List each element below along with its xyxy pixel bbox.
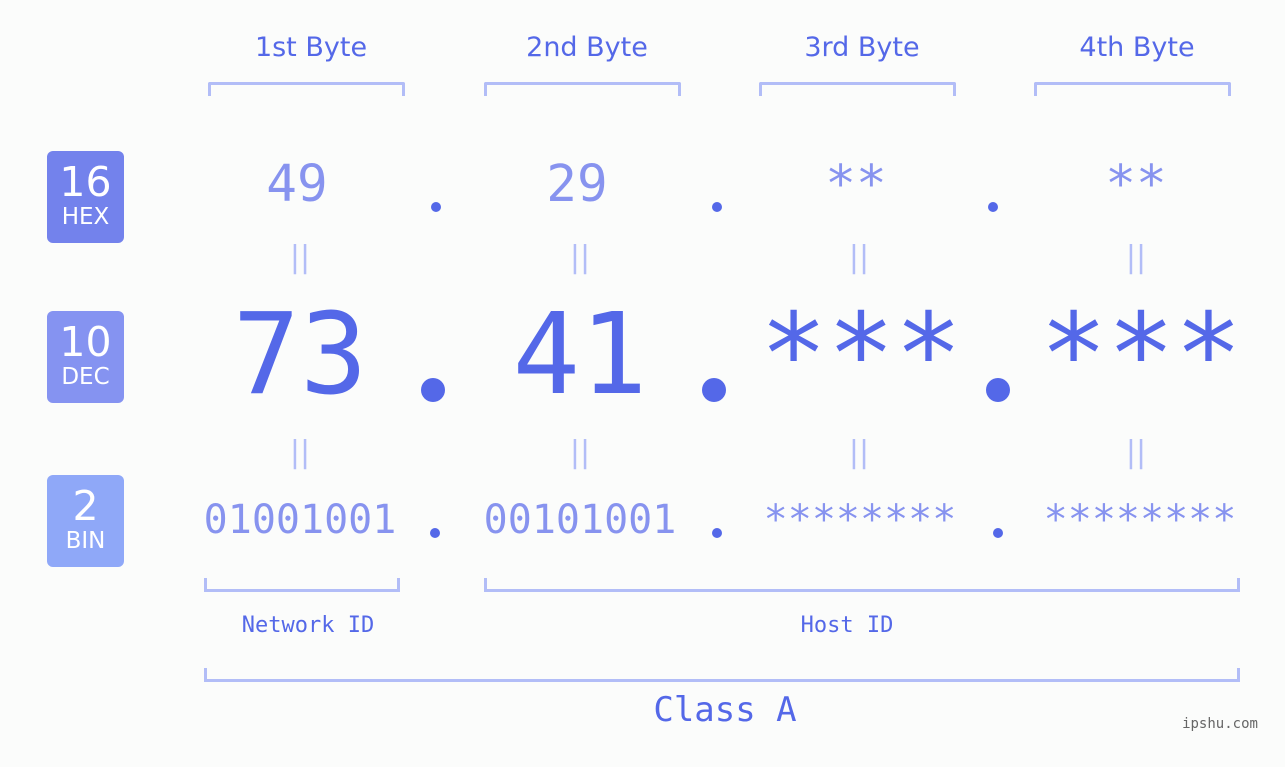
hex-badge-number: 16 (59, 158, 112, 206)
byte-header-1: 1st Byte (254, 32, 368, 63)
byte-bracket-3 (759, 82, 956, 96)
bin-dot-separator (712, 528, 722, 538)
dec-dot-separator (702, 378, 726, 402)
byte-header-3: 3rd Byte (804, 32, 920, 63)
hex-badge-label: HEX (61, 204, 110, 230)
bin-value-1: 01001001 (203, 497, 397, 543)
host-id-label: Host ID (800, 613, 894, 638)
dec-value-3: *** (759, 290, 963, 420)
hex-value-3: ** (825, 155, 887, 214)
dec-dot-separator (986, 378, 1010, 402)
equals-icon: || (569, 240, 591, 275)
bin-badge: 2 BIN (47, 475, 124, 567)
bin-dot-separator (993, 528, 1003, 538)
dec-dot-separator (421, 378, 445, 402)
network-id-label: Network ID (241, 613, 375, 638)
equals-icon: || (848, 240, 870, 275)
bin-value-3: ******** (763, 497, 957, 543)
dec-value-4: *** (1039, 290, 1243, 420)
dec-badge: 10 DEC (47, 311, 124, 403)
hex-value-4: ** (1105, 155, 1167, 214)
byte-bracket-1 (208, 82, 405, 96)
hex-dot-separator (988, 202, 998, 212)
hex-value-2: 29 (546, 155, 608, 214)
equals-icon: || (289, 240, 311, 275)
bin-dot-separator (430, 528, 440, 538)
class-label: Class A (653, 690, 797, 730)
hex-badge: 16 HEX (47, 151, 124, 243)
byte-header-4: 4th Byte (1079, 32, 1195, 63)
hex-dot-separator (431, 202, 441, 212)
byte-bracket-4 (1034, 82, 1231, 96)
watermark: ipshu.com (1182, 716, 1258, 732)
bin-badge-label: BIN (65, 528, 106, 554)
network-id-bracket (204, 578, 400, 592)
equals-icon: || (569, 435, 591, 470)
class-bracket (204, 668, 1240, 682)
bin-value-2: 00101001 (483, 497, 677, 543)
hex-value-1: 49 (266, 155, 328, 214)
dec-value-2: 41 (512, 290, 648, 420)
equals-icon: || (289, 435, 311, 470)
equals-icon: || (848, 435, 870, 470)
byte-bracket-2 (484, 82, 681, 96)
bin-value-4: ******** (1043, 497, 1237, 543)
byte-header-2: 2nd Byte (526, 32, 648, 63)
equals-icon: || (1125, 435, 1147, 470)
dec-badge-label: DEC (61, 364, 110, 390)
host-id-bracket (484, 578, 1240, 592)
hex-dot-separator (712, 202, 722, 212)
dec-value-1: 73 (232, 290, 368, 420)
dec-badge-number: 10 (59, 318, 112, 366)
equals-icon: || (1125, 240, 1147, 275)
bin-badge-number: 2 (72, 482, 99, 530)
